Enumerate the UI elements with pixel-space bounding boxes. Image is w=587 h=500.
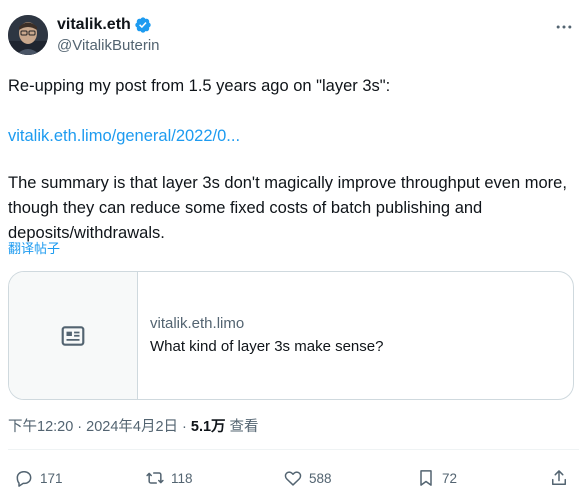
avatar[interactable]	[8, 15, 48, 55]
share-icon	[552, 470, 566, 485]
divider	[8, 449, 579, 450]
post-date[interactable]: 2024年4月2日	[86, 417, 178, 437]
card-thumbnail	[9, 272, 138, 399]
heart-icon	[284, 471, 302, 486]
share-button[interactable]	[549, 463, 569, 493]
author-names: vitalik.eth @VitalikButerin	[57, 15, 160, 56]
tweet-link[interactable]: vitalik.eth.limo/general/2022/0...	[8, 124, 240, 149]
post-time[interactable]: 下午12:20	[8, 417, 73, 437]
bookmark-button[interactable]: 72	[416, 463, 457, 493]
reply-count: 171	[40, 470, 63, 486]
verified-badge-icon[interactable]	[134, 16, 152, 34]
avatar-portrait	[8, 15, 48, 55]
views-label: 查看	[229, 419, 259, 435]
views-count: 5.1万	[190, 419, 226, 435]
repost-button[interactable]: 118	[145, 463, 193, 493]
reply-button[interactable]: 171	[14, 463, 63, 493]
like-count: 588	[309, 470, 332, 486]
like-button[interactable]: 588	[283, 463, 332, 493]
bookmark-count: 72	[442, 470, 458, 486]
link-preview-card[interactable]: vitalik.eth.limo What kind of layer 3s m…	[8, 271, 574, 400]
article-icon	[61, 325, 85, 346]
handle[interactable]: @VitalikButerin	[57, 36, 160, 56]
reply-icon	[16, 471, 32, 487]
translate-post-link[interactable]: 翻译帖子	[8, 241, 60, 257]
repost-count: 118	[171, 470, 193, 486]
tweet-header: vitalik.eth @VitalikButerin	[8, 13, 160, 57]
repost-icon	[146, 472, 164, 484]
bookmark-icon	[420, 470, 432, 486]
display-name[interactable]: vitalik.eth	[57, 15, 131, 35]
meta-separator: ·	[77, 419, 83, 435]
tweet-text-summary: The summary is that layer 3s don't magic…	[8, 174, 567, 242]
more-options-icon[interactable]	[553, 16, 575, 38]
tweet-meta: 下午12:20 · 2024年4月2日 · 5.1万 查看	[8, 417, 259, 437]
card-text: vitalik.eth.limo What kind of layer 3s m…	[138, 272, 383, 399]
card-domain: vitalik.eth.limo	[150, 315, 245, 332]
action-bar: 171 118 588 72	[0, 463, 587, 493]
name-row: vitalik.eth	[57, 15, 160, 35]
card-title: What kind of layer 3s make sense?	[150, 338, 384, 355]
meta-separator-2: ·	[182, 419, 187, 435]
tweet-text-line-1: Re-upping my post from 1.5 years ago on …	[8, 77, 391, 95]
